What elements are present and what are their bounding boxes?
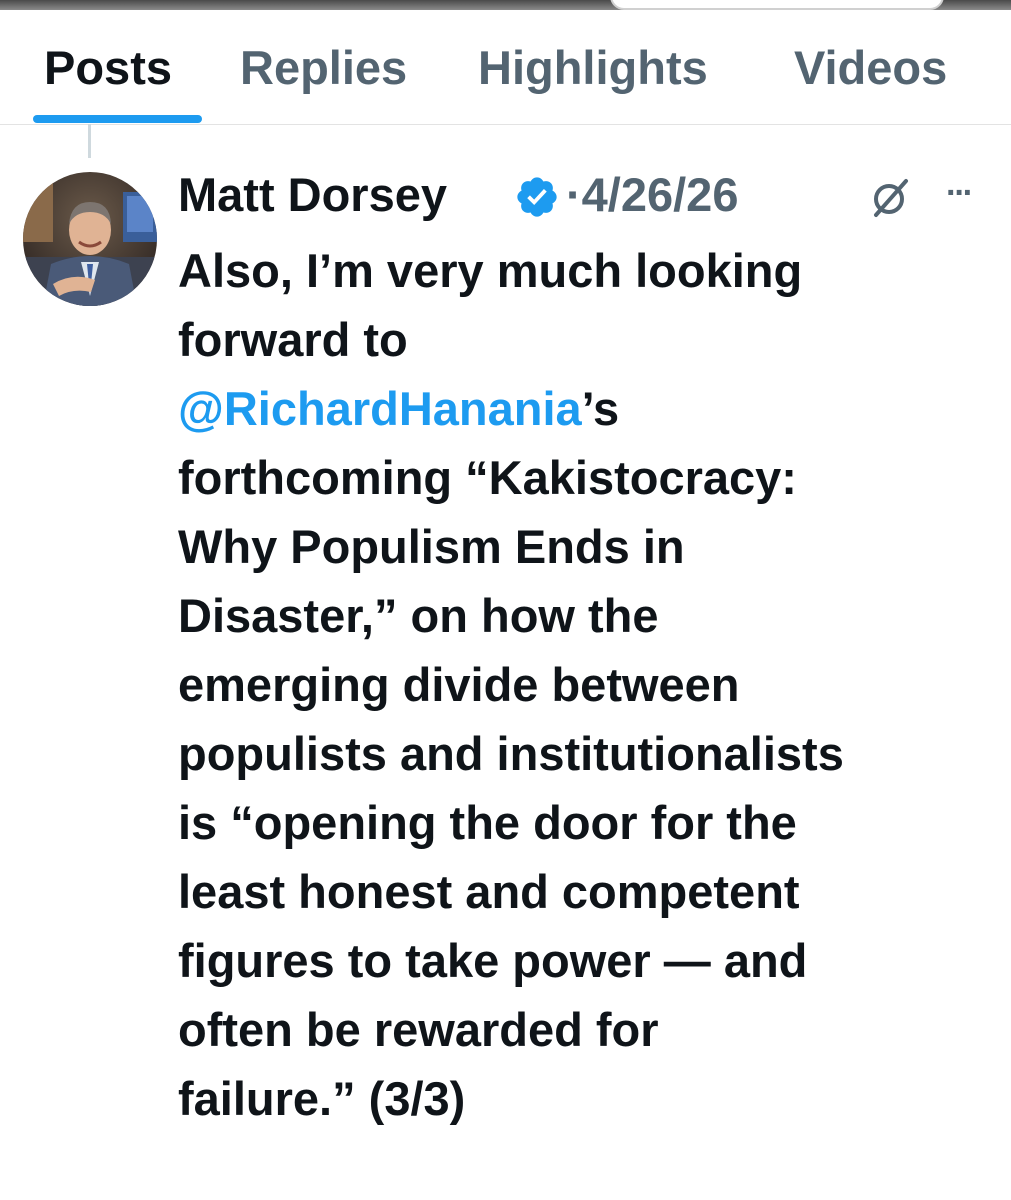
avatar[interactable] — [23, 172, 157, 306]
post-date[interactable]: ·4/26/26 — [566, 166, 738, 224]
grok-icon[interactable] — [868, 175, 914, 221]
profile-tabs: Posts Replies Highlights Videos — [0, 10, 1011, 125]
post-text-line: Why Populism Ends in — [178, 520, 685, 573]
post-text-line: populists and institutionalists — [178, 727, 844, 780]
tab-highlights[interactable]: Highlights — [478, 40, 708, 96]
active-tab-indicator — [33, 115, 202, 123]
avatar-image — [23, 172, 157, 306]
post-text: Also, I’m very much looking forward to @… — [178, 236, 998, 1133]
post-text-line: @RichardHanania’s — [178, 374, 998, 443]
more-options-icon[interactable]: ··· — [946, 176, 974, 210]
top-search-pill[interactable] — [610, 0, 944, 10]
thread-connector-line — [88, 124, 91, 158]
post-text-line: is “opening the door for the — [178, 796, 797, 849]
post-text-line: often be rewarded for — [178, 1003, 659, 1056]
top-status-strip — [0, 0, 1011, 10]
post-text-line: Also, I’m very much looking — [178, 244, 803, 297]
post-text-line: forthcoming “Kakistocracy: — [178, 451, 797, 504]
tab-replies[interactable]: Replies — [240, 40, 407, 96]
post-text-line: forward to — [178, 313, 408, 366]
post-text-fragment: ’s — [581, 382, 620, 435]
author-name[interactable]: Matt Dorsey — [178, 166, 447, 224]
post-text-line: least honest and competent — [178, 865, 800, 918]
post-text-line: emerging divide between — [178, 658, 740, 711]
verified-badge-icon — [517, 177, 557, 217]
tab-posts[interactable]: Posts — [44, 40, 172, 96]
post-text-line: failure.” (3/3) — [178, 1072, 466, 1125]
post-text-line: Disaster,” on how the — [178, 589, 659, 642]
tab-videos[interactable]: Videos — [794, 40, 947, 96]
post-text-line: figures to take power — and — [178, 934, 808, 987]
mention-link[interactable]: @RichardHanania — [178, 382, 582, 435]
